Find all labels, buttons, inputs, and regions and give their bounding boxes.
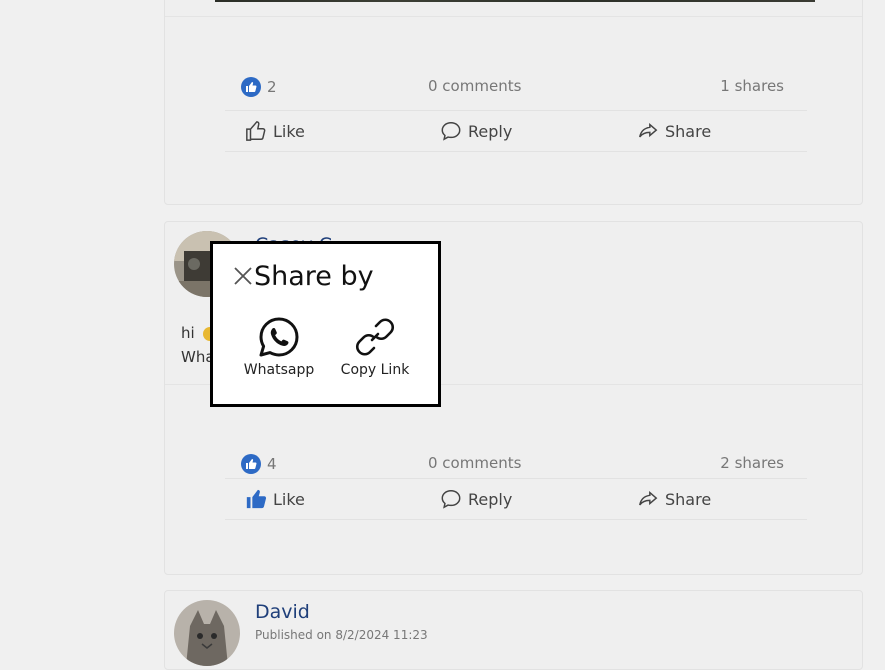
post-actions: Like Reply Share: [225, 478, 807, 520]
reply-button[interactable]: Reply: [440, 479, 512, 519]
like-label: Like: [273, 489, 305, 509]
like-label: Like: [273, 121, 305, 141]
post-image: [215, 0, 815, 2]
share-whatsapp-button[interactable]: Whatsapp: [242, 316, 316, 378]
likes-count[interactable]: 2: [241, 77, 277, 97]
post-stats: 4 0 comments 2 shares: [241, 454, 861, 478]
whatsapp-icon: [259, 317, 299, 357]
reply-label: Reply: [468, 121, 513, 141]
link-icon: [355, 318, 395, 356]
share-button[interactable]: Share: [637, 479, 711, 519]
reply-button[interactable]: Reply: [440, 111, 512, 151]
shares-count[interactable]: 2 shares: [720, 454, 784, 472]
close-icon[interactable]: [233, 266, 253, 286]
share-arrow-icon: [639, 490, 658, 506]
share-arrow-icon: [639, 122, 658, 138]
modal-title: Share by: [254, 261, 374, 292]
like-button[interactable]: Like: [245, 479, 305, 519]
share-label: Share: [665, 489, 712, 509]
post-actions: Like Reply Share: [225, 110, 807, 152]
shares-count[interactable]: 1 shares: [720, 77, 784, 95]
comment-bubble-icon: [441, 122, 461, 141]
thumbs-up-filled-icon: [246, 489, 267, 509]
comment-bubble-icon: [441, 490, 461, 509]
share-label: Share: [665, 121, 712, 141]
thumbs-up-outline-icon: [246, 121, 266, 141]
post-stats: 2 0 comments 1 shares: [241, 77, 861, 101]
author-name[interactable]: David: [255, 601, 310, 623]
comments-count[interactable]: 0 comments: [428, 77, 521, 95]
share-button[interactable]: Share: [637, 111, 711, 151]
thumbs-up-badge-icon: [241, 77, 261, 97]
published-date: Published on 8/2/2024 11:23: [255, 628, 428, 642]
likes-number: 4: [267, 455, 277, 473]
likes-count[interactable]: 4: [241, 454, 277, 474]
comments-count[interactable]: 0 comments: [428, 454, 521, 472]
post-card-3: David Published on 8/2/2024 11:23: [164, 590, 863, 670]
whatsapp-label: Whatsapp: [243, 362, 315, 378]
like-button[interactable]: Like: [245, 111, 305, 151]
thumbs-up-badge-icon: [241, 454, 261, 474]
likes-number: 2: [267, 78, 277, 96]
share-modal: Share by Whatsapp Copy Link: [210, 241, 441, 407]
copy-link-label: Copy Link: [340, 362, 410, 378]
reply-label: Reply: [468, 489, 513, 509]
author-avatar[interactable]: [174, 600, 240, 666]
copy-link-button[interactable]: Copy Link: [337, 316, 413, 378]
divider: [165, 16, 862, 17]
post-card-1: 2 0 comments 1 shares Like Reply Share: [164, 0, 863, 205]
